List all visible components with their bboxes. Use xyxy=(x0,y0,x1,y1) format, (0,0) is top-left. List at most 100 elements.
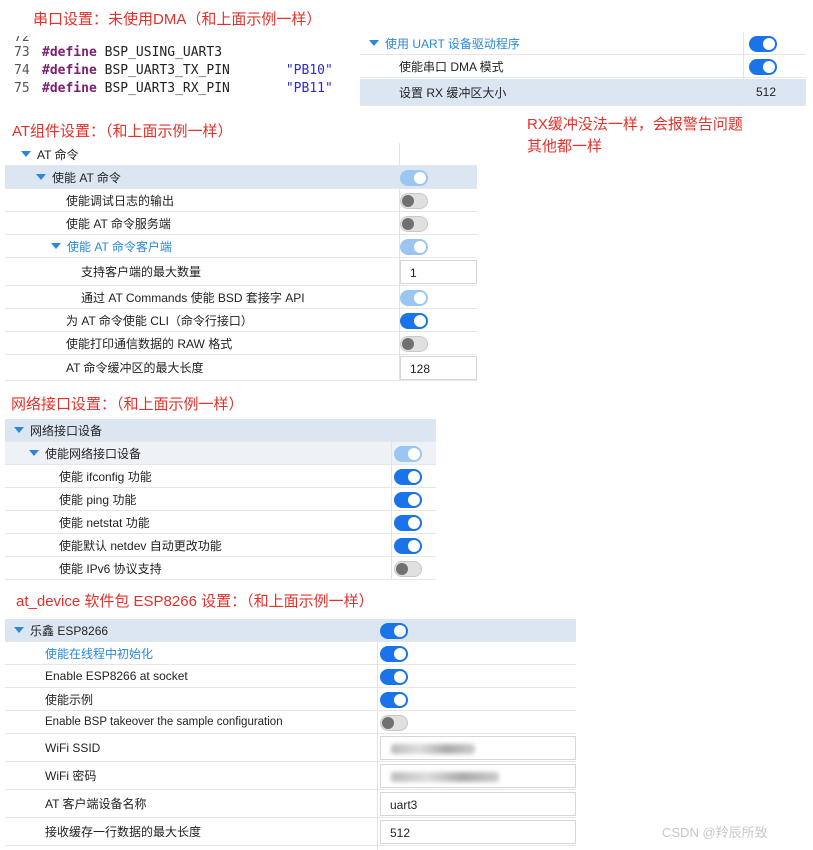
uart-dma-label: 使能串口 DMA 模式 xyxy=(399,59,504,74)
at-enable-row[interactable]: 使能 AT 命令 xyxy=(5,166,477,189)
at-bsd-row[interactable]: 通过 AT Commands 使能 BSD 套接字 API xyxy=(5,286,477,309)
esp-client-name-row[interactable]: AT 客户端设备名称 uart3 xyxy=(5,790,576,818)
uart-driver-toggle[interactable] xyxy=(749,36,777,52)
at-max-clients-label: 支持客户端的最大数量 xyxy=(81,265,202,279)
redacted-value xyxy=(391,744,475,754)
esp-ssid-row[interactable]: WiFi SSID xyxy=(5,734,576,762)
macro-value: "PB11" xyxy=(285,81,333,96)
line-number: 73 xyxy=(14,45,30,60)
at-enable-label: 使能 AT 命令 xyxy=(52,170,121,185)
note-line-1: RX缓冲没法一样，会报警告问题 xyxy=(527,116,743,133)
column-divider xyxy=(391,419,392,580)
esp-sample-toggle[interactable] xyxy=(380,692,408,708)
uart-rx-buffer-value[interactable]: 512 xyxy=(756,85,776,99)
esp-takeover-row[interactable]: Enable BSP takeover the sample configura… xyxy=(5,711,576,734)
esp-recv-line-input[interactable]: 512 xyxy=(380,820,576,844)
ifconfig-toggle[interactable] xyxy=(394,469,422,485)
column-divider xyxy=(377,619,378,850)
at-buf-len-row[interactable]: AT 命令缓冲区的最大长度 128 xyxy=(5,355,477,381)
ifconfig-row[interactable]: 使能 ifconfig 功能 xyxy=(5,465,436,488)
netdev-enable-row[interactable]: 使能网络接口设备 xyxy=(5,442,436,465)
at-cli-row[interactable]: 为 AT 命令使能 CLI（命令行接口） xyxy=(5,309,477,332)
expand-triangle-icon[interactable] xyxy=(29,450,39,456)
netstat-toggle[interactable] xyxy=(394,515,422,531)
at-max-clients-value: 1 xyxy=(410,266,417,280)
esp-takeover-toggle[interactable] xyxy=(380,715,408,731)
at-debug-toggle[interactable] xyxy=(400,193,428,209)
at-root-label: AT 命令 xyxy=(37,147,79,162)
at-server-label: 使能 AT 命令服务端 xyxy=(66,216,171,231)
esp-socket-label: Enable ESP8266 at socket xyxy=(45,669,188,683)
netdev-auto-row[interactable]: 使能默认 netdev 自动更改功能 xyxy=(5,534,436,557)
expand-triangle-icon[interactable] xyxy=(14,427,24,433)
netdev-root-row[interactable]: 网络接口设备 xyxy=(5,419,436,442)
ipv6-label: 使能 IPv6 协议支持 xyxy=(59,561,162,576)
at-max-clients-input[interactable]: 1 xyxy=(400,260,477,284)
netstat-row[interactable]: 使能 netstat 功能 xyxy=(5,511,436,534)
define-keyword: #define xyxy=(42,81,97,96)
at-bsd-label: 通过 AT Commands 使能 BSD 套接字 API xyxy=(81,290,305,305)
at-bsd-toggle[interactable] xyxy=(400,290,428,306)
esp-thread-init-row[interactable]: 使能在线程中初始化 xyxy=(5,642,576,665)
esp-client-name-label: AT 客户端设备名称 xyxy=(45,797,147,811)
netdev-settings-panel: 网络接口设备 使能网络接口设备 使能 ifconfig 功能 使能 ping 功… xyxy=(5,419,436,580)
at-raw-row[interactable]: 使能打印通信数据的 RAW 格式 xyxy=(5,332,477,355)
at-client-row[interactable]: 使能 AT 命令客户端 xyxy=(5,235,477,258)
expand-triangle-icon[interactable] xyxy=(369,40,379,46)
macro-name: BSP_UART3_RX_PIN xyxy=(104,81,230,96)
expand-triangle-icon[interactable] xyxy=(36,174,46,180)
netstat-label: 使能 netstat 功能 xyxy=(59,515,150,530)
esp-password-row[interactable]: WiFi 密码 xyxy=(5,762,576,790)
uart-rx-buffer-row[interactable]: 设置 RX 缓冲区大小 512 xyxy=(360,79,806,106)
esp-password-input[interactable] xyxy=(380,764,576,788)
ipv6-row[interactable]: 使能 IPv6 协议支持 xyxy=(5,557,436,580)
uart-settings-panel: 使用 UART 设备驱动程序 使能串口 DMA 模式 设置 RX 缓冲区大小 5… xyxy=(360,32,806,106)
expand-triangle-icon[interactable] xyxy=(51,243,61,249)
ping-toggle[interactable] xyxy=(394,492,422,508)
at-heading: AT组件设置：（和上面示例一样） xyxy=(12,123,233,140)
at-client-label: 使能 AT 命令客户端 xyxy=(67,239,172,254)
uart-dma-toggle[interactable] xyxy=(749,59,777,75)
esp-heading: at_device 软件包 ESP8266 设置：（和上面示例一样） xyxy=(16,593,374,610)
esp-root-toggle[interactable] xyxy=(380,623,408,639)
at-cli-label: 为 AT 命令使能 CLI（命令行接口） xyxy=(66,313,253,328)
esp-socket-toggle[interactable] xyxy=(380,669,408,685)
at-cli-toggle[interactable] xyxy=(400,313,428,329)
uart-dma-row[interactable]: 使能串口 DMA 模式 xyxy=(360,55,806,78)
esp-thread-init-label: 使能在线程中初始化 xyxy=(45,646,154,661)
esp-recv-line-row[interactable]: 接收缓存一行数据的最大长度 512 xyxy=(5,818,576,846)
esp-root-label: 乐鑫 ESP8266 xyxy=(30,623,109,638)
esp8266-settings-panel: 乐鑫 ESP8266 使能在线程中初始化 Enable ESP8266 at s… xyxy=(5,619,576,850)
expand-triangle-icon[interactable] xyxy=(14,627,24,633)
uart-driver-label: 使用 UART 设备驱动程序 xyxy=(385,36,520,51)
column-divider xyxy=(743,32,744,106)
at-raw-toggle[interactable] xyxy=(400,336,428,352)
at-server-row[interactable]: 使能 AT 命令服务端 xyxy=(5,212,477,235)
esp-ssid-input[interactable] xyxy=(380,736,576,760)
uart-driver-row[interactable]: 使用 UART 设备驱动程序 xyxy=(360,32,806,55)
esp-client-name-value: uart3 xyxy=(390,798,418,812)
esp-takeover-label: Enable BSP takeover the sample configura… xyxy=(45,716,283,728)
at-debug-row[interactable]: 使能调试日志的输出 xyxy=(5,189,477,212)
at-client-toggle[interactable] xyxy=(400,239,428,255)
at-root-row[interactable]: AT 命令 xyxy=(5,143,477,166)
at-debug-label: 使能调试日志的输出 xyxy=(66,193,175,208)
at-max-clients-row[interactable]: 支持客户端的最大数量 1 xyxy=(5,258,477,286)
at-server-toggle[interactable] xyxy=(400,216,428,232)
esp-sample-row[interactable]: 使能示例 xyxy=(5,688,576,711)
esp-root-row[interactable]: 乐鑫 ESP8266 xyxy=(5,619,576,642)
macro-name: BSP_USING_UART3 xyxy=(104,45,223,60)
esp-client-name-input[interactable]: uart3 xyxy=(380,792,576,816)
expand-triangle-icon[interactable] xyxy=(21,151,31,157)
ipv6-toggle[interactable] xyxy=(394,561,422,577)
at-enable-toggle[interactable] xyxy=(400,170,428,186)
at-buf-len-input[interactable]: 128 xyxy=(400,356,477,380)
netdev-enable-toggle[interactable] xyxy=(394,446,422,462)
esp-socket-row[interactable]: Enable ESP8266 at socket xyxy=(5,665,576,688)
at-buf-len-label: AT 命令缓冲区的最大长度 xyxy=(66,361,204,375)
netdev-auto-toggle[interactable] xyxy=(394,538,422,554)
uart-rx-buffer-label: 设置 RX 缓冲区大小 xyxy=(399,85,507,100)
ping-row[interactable]: 使能 ping 功能 xyxy=(5,488,436,511)
esp-thread-init-toggle[interactable] xyxy=(380,646,408,662)
netdev-auto-label: 使能默认 netdev 自动更改功能 xyxy=(59,538,222,553)
